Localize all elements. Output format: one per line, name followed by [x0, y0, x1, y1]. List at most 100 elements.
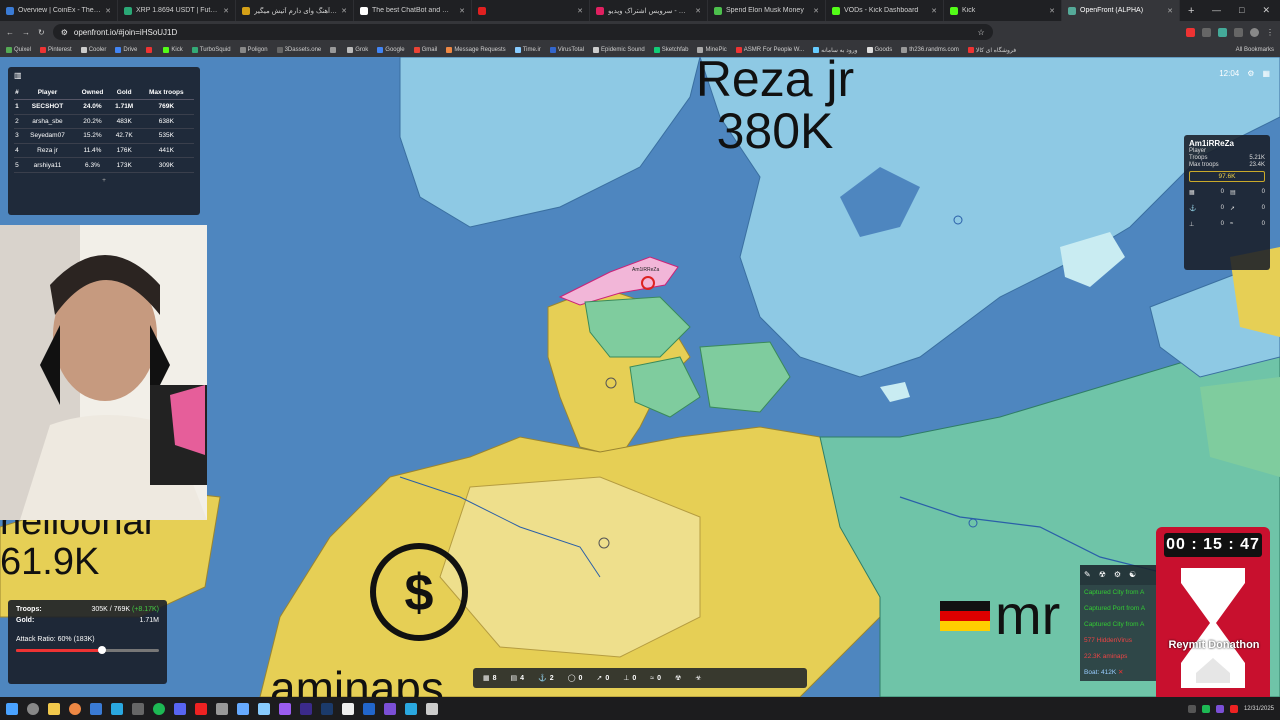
app-icon[interactable]	[426, 702, 438, 715]
spotify-icon[interactable]	[153, 702, 165, 715]
chrome-icon[interactable]	[69, 702, 81, 715]
bookmark-item[interactable]: Google	[377, 47, 405, 54]
leaderboard-row[interactable]: 4 Reza jr 11.4% 176K 441K	[14, 143, 194, 159]
menu-icon[interactable]: ⋮	[1266, 28, 1274, 37]
browser-tab[interactable]: Spend Elon Musk Money ✕	[708, 0, 826, 21]
tab-close-icon[interactable]: ✕	[813, 7, 819, 15]
tab-close-icon[interactable]: ✕	[341, 7, 347, 15]
leaderboard-row[interactable]: 3 Seyedam07 15.2% 42.7K 535K	[14, 128, 194, 144]
app-icon[interactable]	[195, 702, 207, 715]
minimize-icon[interactable]: —	[1212, 5, 1221, 16]
attack-ratio-slider[interactable]	[16, 646, 159, 654]
bookmark-item[interactable]: Goods	[866, 47, 892, 54]
close-window-icon[interactable]: ✕	[1262, 5, 1270, 16]
game-viewport[interactable]: $ Reza jr 380K Am1iRReZa helloonar 61.9K…	[0, 57, 1280, 697]
leaderboard-row[interactable]: 2 arsha_sbe 20.2% 483K 638K	[14, 114, 194, 130]
bookmark-item[interactable]: ورود به سامانه	[813, 47, 858, 54]
bookmark-item[interactable]: Poligon	[239, 47, 268, 54]
bookmark-item[interactable]: Gmail	[413, 47, 437, 54]
browser-tab[interactable]: XRP 1.8694 USDT | Futures Mar ✕	[118, 0, 236, 21]
handshake-icon[interactable]: ☯	[1129, 567, 1136, 583]
app-icon[interactable]	[216, 702, 228, 715]
build-warship-button[interactable]: ≈0	[650, 675, 661, 682]
bookmark-item[interactable]: th236.randms.com	[901, 47, 959, 54]
app-icon[interactable]	[90, 702, 102, 715]
after-effects-icon[interactable]	[279, 702, 291, 715]
bookmark-item[interactable]: VirusTotal	[549, 47, 584, 54]
app-icon[interactable]	[258, 702, 270, 715]
leaderboard-expand-button[interactable]: +	[14, 177, 194, 184]
discord-icon[interactable]	[174, 702, 186, 715]
bookmark-item[interactable]: فروشگاه ای کالا	[967, 47, 1016, 54]
bookmark-item[interactable]	[330, 47, 338, 54]
profile-avatar[interactable]	[1250, 27, 1259, 37]
tab-close-icon[interactable]: ✕	[577, 7, 583, 15]
app-icon[interactable]	[342, 702, 354, 715]
bookmark-item[interactable]: Pinterest	[40, 47, 72, 54]
tab-close-icon[interactable]: ✕	[459, 7, 465, 15]
site-info-icon[interactable]: ⚙	[61, 28, 68, 37]
build-defense-button[interactable]: ◯ 0	[568, 674, 583, 683]
reload-icon[interactable]: ↻	[38, 28, 45, 37]
extension-icon[interactable]	[1218, 27, 1227, 37]
windows-start-icon[interactable]	[6, 702, 18, 715]
tab-close-icon[interactable]: ✕	[931, 7, 937, 15]
tab-close-icon[interactable]: ✕	[105, 7, 111, 15]
all-bookmarks[interactable]: All Bookmarks	[1236, 47, 1274, 53]
tab-close-icon[interactable]: ✕	[695, 7, 701, 15]
forward-icon[interactable]: →	[22, 28, 30, 37]
app-icon[interactable]	[384, 702, 396, 715]
tray-icon[interactable]	[1187, 704, 1196, 713]
build-sam-button[interactable]: ⊥ 0	[623, 674, 636, 683]
bookmark-item[interactable]: TurboSquid	[191, 47, 231, 54]
build-city-button[interactable]: ▦ 8	[483, 674, 497, 683]
leaderboard-column-header[interactable]: Gold	[109, 86, 139, 100]
browser-tab[interactable]: دانلود آهنگ وای دارم آتیش میگیر ✕	[236, 0, 354, 21]
leaderboard-column-header[interactable]: Player	[19, 86, 76, 100]
app-icon[interactable]	[405, 702, 417, 715]
bookmark-star-icon[interactable]: ☆	[978, 28, 985, 37]
settings-icon[interactable]: ⚙	[1247, 69, 1254, 78]
premiere-icon[interactable]	[300, 702, 312, 715]
bookmark-item[interactable]: Cooler	[80, 47, 106, 54]
bookmark-item[interactable]: MinePic	[697, 47, 727, 54]
steam-icon[interactable]	[132, 702, 144, 715]
build-port-button[interactable]: ⚓ 2	[538, 674, 554, 683]
build-factory-button[interactable]: ▤ 4	[511, 674, 525, 683]
file-explorer-icon[interactable]	[48, 702, 60, 715]
fullscreen-icon[interactable]: ▦	[1262, 69, 1270, 78]
extension-icon[interactable]	[1234, 27, 1243, 37]
pencil-icon[interactable]: ✎	[1084, 567, 1091, 583]
url-field[interactable]: ⚙ openfront.io/#join=iHSoUJ1D ☆	[52, 24, 993, 40]
browser-tab[interactable]: آپارات - سرویس اشتراک ویدیو ✕	[590, 0, 708, 21]
bookmark-item[interactable]: Epidemic Sound	[593, 47, 645, 54]
tray-icon[interactable]	[1229, 704, 1238, 713]
slider-knob[interactable]	[97, 646, 106, 654]
leaderboard-column-header[interactable]: Max troops	[138, 86, 194, 100]
bookmark-item[interactable]: Message Requests	[446, 47, 506, 54]
app-icon[interactable]	[363, 702, 375, 715]
cancel-icon[interactable]: ✕	[1118, 669, 1123, 676]
bookmark-item[interactable]: Kick	[163, 47, 183, 54]
search-icon[interactable]	[27, 702, 39, 715]
tray-icon[interactable]	[1215, 704, 1224, 713]
app-icon[interactable]	[237, 702, 249, 715]
browser-tab[interactable]: The best ChatBot and Widgets ✕	[354, 0, 472, 21]
tab-close-icon[interactable]: ✕	[1049, 7, 1055, 15]
tab-close-icon[interactable]: ✕	[223, 7, 229, 15]
telegram-icon[interactable]	[111, 702, 123, 715]
extension-icon[interactable]	[1202, 27, 1211, 37]
atom-bomb-button[interactable]: ☢	[675, 674, 681, 682]
browser-tab[interactable]: ✕	[472, 0, 590, 21]
browser-tab[interactable]: VODs - Kick Dashboard ✕	[826, 0, 944, 21]
photoshop-icon[interactable]	[321, 702, 333, 715]
bookmark-item[interactable]: Grok	[347, 47, 368, 54]
back-icon[interactable]: ←	[6, 28, 14, 37]
leaderboard-icon[interactable]: ▥	[14, 71, 194, 80]
bookmark-item[interactable]: Drive	[115, 47, 137, 54]
extension-icon[interactable]	[1186, 27, 1195, 37]
nuke-icon[interactable]: ☢	[1099, 567, 1106, 583]
browser-tab[interactable]: Kick ✕	[944, 0, 1062, 21]
bookmark-item[interactable]: ASMR For People W...	[735, 47, 804, 54]
bookmark-item[interactable]: 3Dassets.one	[276, 47, 321, 54]
